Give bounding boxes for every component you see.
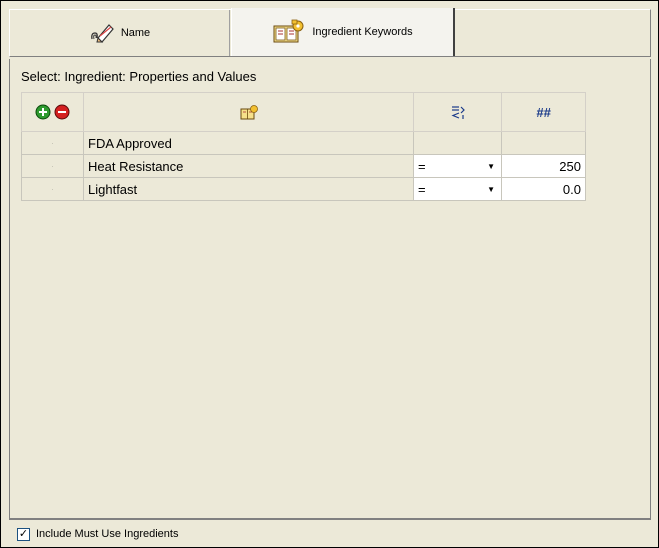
value-input[interactable]: 250 bbox=[501, 154, 586, 178]
grid-header-operator bbox=[413, 92, 502, 132]
grid-header-property bbox=[83, 92, 414, 132]
remove-icon[interactable] bbox=[54, 104, 70, 120]
panel-label: Select: Ingredient: Properties and Value… bbox=[21, 69, 257, 84]
operator-cell bbox=[413, 131, 502, 155]
row-selector[interactable]: · bbox=[21, 154, 84, 178]
tab-ingredient-keywords[interactable]: Ingredient Keywords bbox=[231, 8, 455, 56]
operator-dropdown[interactable]: = ▼ bbox=[413, 154, 502, 178]
grid-header-add-remove bbox=[21, 92, 84, 132]
row-selector[interactable]: · bbox=[21, 177, 84, 201]
tab-name-label: Name bbox=[120, 27, 151, 39]
properties-grid: ## · FDA Approved · Heat Resistance = ▼ … bbox=[21, 92, 586, 201]
book-key-icon bbox=[240, 104, 258, 120]
dropdown-arrow-icon[interactable]: ▼ bbox=[487, 162, 495, 171]
include-must-use-checkbox[interactable]: ✓ bbox=[17, 527, 30, 541]
table-row[interactable]: · Lightfast = ▼ 0.0 bbox=[21, 177, 586, 201]
property-name: Heat Resistance bbox=[83, 154, 414, 178]
tab-ingredient-keywords-label: Ingredient Keywords bbox=[312, 26, 413, 38]
tab-name[interactable]: Name bbox=[10, 10, 230, 56]
pencil-paperclip-icon bbox=[89, 21, 121, 46]
add-icon[interactable] bbox=[35, 104, 55, 120]
table-row[interactable]: · Heat Resistance = ▼ 250 bbox=[21, 154, 586, 178]
value-input[interactable]: 0.0 bbox=[501, 177, 586, 201]
value-cell bbox=[501, 131, 586, 155]
property-name: FDA Approved bbox=[83, 131, 414, 155]
dropdown-arrow-icon[interactable]: ▼ bbox=[487, 185, 495, 194]
tab-strip: Name Ingredient Keywords bbox=[9, 8, 651, 57]
window-frame: Name Ingredient Keywords Select: Ingredi… bbox=[0, 0, 659, 548]
property-name: Lightfast bbox=[83, 177, 414, 201]
grid-header-value: ## bbox=[501, 92, 586, 132]
compare-operator-icon bbox=[450, 104, 466, 120]
table-row[interactable]: · FDA Approved bbox=[21, 131, 586, 155]
grid-header-value-label: ## bbox=[536, 104, 551, 120]
properties-panel: Select: Ingredient: Properties and Value… bbox=[9, 59, 651, 518]
operator-value: = bbox=[418, 158, 426, 174]
grid-header-row: ## bbox=[21, 92, 586, 132]
operator-dropdown[interactable]: = ▼ bbox=[413, 177, 502, 201]
row-selector[interactable]: · bbox=[21, 131, 84, 155]
operator-value: = bbox=[418, 181, 426, 197]
footer: ✓ Include Must Use Ingredients bbox=[9, 518, 651, 548]
include-must-use-label: Include Must Use Ingredients bbox=[36, 528, 179, 540]
book-key-icon bbox=[272, 19, 312, 46]
